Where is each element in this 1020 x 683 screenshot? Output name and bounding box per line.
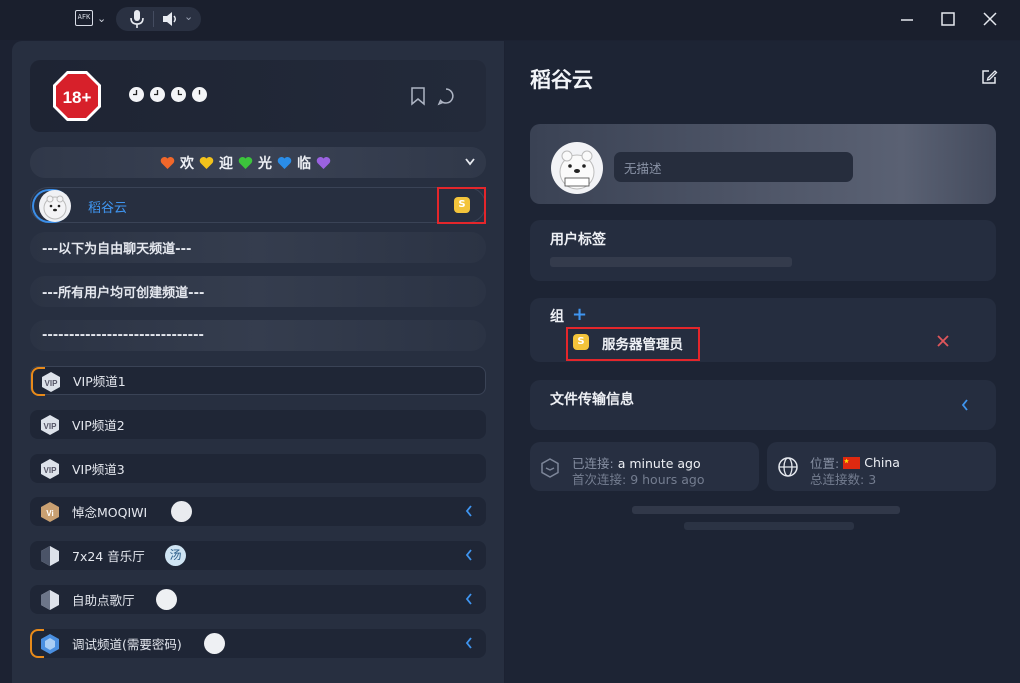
vip-channel-icon: VIP xyxy=(41,415,59,435)
current-user-row[interactable]: 稻谷云 xyxy=(30,187,486,223)
clock-icon xyxy=(192,87,207,102)
chevron-left-icon[interactable] xyxy=(464,592,474,606)
bookmark-icon[interactable] xyxy=(409,86,427,106)
svg-text:VIP: VIP xyxy=(44,422,58,431)
user-tags-title: 用户标签 xyxy=(550,232,606,248)
add-group-button[interactable]: + xyxy=(572,304,587,325)
connection-icon xyxy=(541,458,559,478)
clock-icons xyxy=(128,86,208,103)
heart-icon xyxy=(316,156,331,169)
heart-icon xyxy=(277,156,292,169)
chevron-down-icon[interactable] xyxy=(464,157,476,167)
channel-name: VIP频道2 xyxy=(72,418,125,433)
chevron-left-icon[interactable] xyxy=(960,398,970,412)
channel-item[interactable]: VIP VIP频道1 xyxy=(30,366,486,396)
first-connect-time: 首次连接: 9 hours ago xyxy=(572,472,705,487)
description-field[interactable]: 无描述 xyxy=(614,152,853,182)
chevron-left-icon[interactable] xyxy=(464,636,474,650)
welcome-word: 欢 xyxy=(180,155,194,172)
chevron-left-icon[interactable] xyxy=(464,504,474,518)
china-flag-icon xyxy=(843,456,861,469)
channel-name: VIP频道1 xyxy=(73,374,126,389)
svg-text:18+: 18+ xyxy=(63,88,92,107)
channel-item[interactable]: VIP VIP频道3 xyxy=(30,454,486,483)
channel-name: 自助点歌厅 xyxy=(72,593,135,608)
separator-channel[interactable]: ---所有用户均可创建频道--- xyxy=(30,276,486,307)
channel-name: ------------------------------ xyxy=(42,328,204,343)
channel-name: ---以下为自由聊天频道--- xyxy=(42,242,192,257)
user-name: 稻谷云 xyxy=(88,200,128,216)
group-name: 服务器管理员 xyxy=(602,337,683,353)
avatar xyxy=(551,142,603,194)
heart-icon xyxy=(199,156,214,169)
file-transfer-title: 文件传输信息 xyxy=(550,392,634,408)
vip-channel-icon: VIP xyxy=(42,372,60,392)
locked-channel-icon xyxy=(41,634,59,654)
server-admin-badge: S xyxy=(454,197,470,213)
welcome-word: 临 xyxy=(297,155,311,172)
channel-name: 调试频道(需要密码) xyxy=(72,637,182,652)
music-channel-icon xyxy=(41,590,59,610)
close-icon[interactable] xyxy=(979,8,1001,30)
redacted-info xyxy=(684,522,854,530)
heart-icon xyxy=(160,156,175,169)
channel-item[interactable]: 自助点歌厅 xyxy=(30,585,486,614)
channel-name: 悼念MOQIWI xyxy=(72,505,148,520)
avatar xyxy=(156,589,177,610)
channel-name: VIP频道3 xyxy=(72,462,125,477)
svg-text:VIP: VIP xyxy=(45,379,59,388)
channel-item[interactable]: VIP VIP频道2 xyxy=(30,410,486,439)
server-logo: 18+ xyxy=(53,71,101,121)
welcome-word: 迎 xyxy=(219,155,233,172)
chat-icon[interactable] xyxy=(436,86,456,106)
avatar xyxy=(39,190,71,222)
channel-item[interactable]: Vi 悼念MOQIWI xyxy=(30,497,486,526)
remove-group-icon[interactable] xyxy=(936,334,950,348)
globe-icon xyxy=(778,457,798,477)
avatar xyxy=(171,501,192,522)
afk-icon[interactable]: AFK xyxy=(75,10,93,26)
chevron-left-icon[interactable] xyxy=(464,548,474,562)
avatar: 汤 xyxy=(165,545,186,566)
welcome-channel[interactable]: 欢 迎 光 临 xyxy=(30,147,486,178)
vip-channel-icon: VIP xyxy=(41,459,59,479)
music-channel-icon xyxy=(41,546,59,566)
total-connections: 总连接数: 3 xyxy=(810,472,877,487)
avatar xyxy=(204,633,225,654)
divider xyxy=(153,11,154,27)
clock-icon xyxy=(171,87,186,102)
groups-title: 组 xyxy=(550,309,564,325)
maximize-icon[interactable] xyxy=(937,8,959,30)
page-title: 稻谷云 xyxy=(530,68,593,92)
clock-icon xyxy=(150,87,165,102)
svg-text:VIP: VIP xyxy=(44,466,58,475)
speaker-icon[interactable] xyxy=(160,9,180,29)
svg-text:Vi: Vi xyxy=(46,509,53,518)
redacted-info xyxy=(632,506,900,514)
edit-icon[interactable] xyxy=(980,68,998,86)
microphone-icon[interactable] xyxy=(128,9,146,29)
chevron-down-icon[interactable]: ⌄ xyxy=(184,10,193,23)
channel-item[interactable]: 调试频道(需要密码) xyxy=(30,629,486,658)
separator-channel[interactable]: ------------------------------ xyxy=(30,320,486,351)
user-tags-list xyxy=(550,257,792,267)
welcome-text: 欢 迎 光 临 xyxy=(160,147,331,178)
welcome-word: 光 xyxy=(258,155,272,172)
group-badge: S xyxy=(573,334,589,350)
heart-icon xyxy=(238,156,253,169)
minimize-icon[interactable] xyxy=(896,8,918,30)
channel-item[interactable]: 7x24 音乐厅 汤 xyxy=(30,541,486,570)
separator-channel[interactable]: ---以下为自由聊天频道--- xyxy=(30,232,486,263)
clock-icon xyxy=(129,87,144,102)
vip-gold-channel-icon: Vi xyxy=(41,502,59,522)
channel-name: ---所有用户均可创建频道--- xyxy=(42,286,205,301)
chevron-down-icon[interactable]: ⌄ xyxy=(97,12,106,25)
channel-name: 7x24 音乐厅 xyxy=(72,549,145,564)
